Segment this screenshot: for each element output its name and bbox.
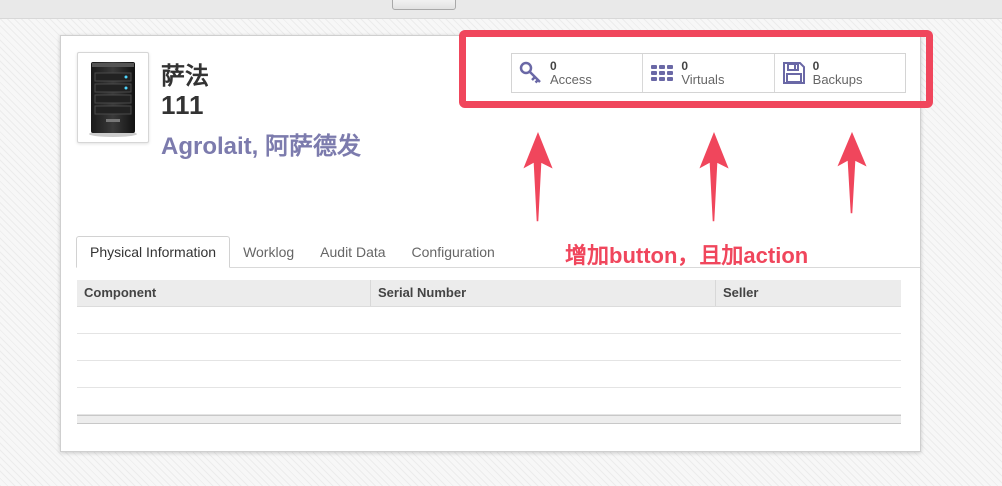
- table-header: Component Serial Number Seller: [77, 280, 901, 307]
- record-code: 111: [161, 90, 205, 120]
- annotation-arrow-icon: [696, 128, 732, 223]
- table-row: [77, 334, 901, 361]
- column-component[interactable]: Component: [77, 280, 371, 306]
- tab-configuration[interactable]: Configuration: [399, 237, 508, 267]
- components-table: Component Serial Number Seller: [77, 280, 901, 424]
- record-partner-link[interactable]: Agrolait, 阿萨德发: [161, 126, 361, 161]
- top-toolbar: [0, 0, 1002, 19]
- annotation-arrow-icon: [834, 128, 870, 215]
- record-image[interactable]: [77, 52, 149, 143]
- table-row: [77, 307, 901, 334]
- server-image: [89, 62, 137, 137]
- record-name: 萨法: [161, 63, 209, 90]
- annotation-highlight-box: [459, 30, 933, 108]
- tab-worklog[interactable]: Worklog: [230, 237, 307, 267]
- annotation-arrow-icon: [520, 128, 556, 223]
- toolbar-button[interactable]: [392, 0, 456, 10]
- column-serial-number[interactable]: Serial Number: [371, 280, 716, 306]
- column-seller[interactable]: Seller: [716, 280, 901, 306]
- tab-audit-data[interactable]: Audit Data: [307, 237, 398, 267]
- annotation-text: 增加button，且加action: [565, 243, 809, 268]
- table-row: [77, 361, 901, 388]
- table-row: [77, 388, 901, 415]
- table-footer: [77, 415, 901, 424]
- tab-physical-information[interactable]: Physical Information: [76, 236, 231, 268]
